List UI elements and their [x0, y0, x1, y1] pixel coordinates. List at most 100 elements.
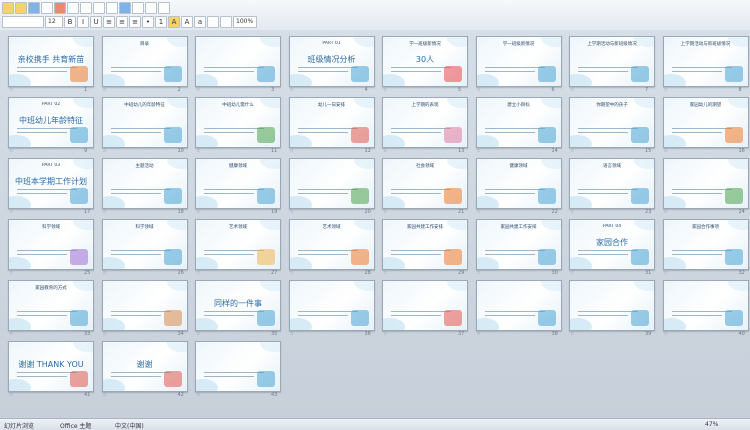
transition-icon[interactable]: ☆ [290, 148, 294, 154]
slide-thumbnail[interactable]: 语言领域 [569, 158, 655, 209]
slide-thumbnail[interactable] [195, 36, 281, 87]
transition-icon[interactable]: ☆ [9, 148, 13, 154]
slide-thumbnail[interactable]: 中班幼儿的年龄特征 [101, 97, 188, 148]
slide-thumbnail[interactable] [288, 158, 375, 209]
transition-icon[interactable]: ☆ [9, 392, 13, 398]
decrease-font-icon[interactable]: a [194, 16, 206, 28]
transition-icon[interactable]: ☆ [383, 87, 387, 93]
help-icon[interactable] [158, 2, 170, 14]
align-center-icon[interactable]: ≡ [116, 16, 128, 28]
transition-icon[interactable]: ☆ [664, 87, 668, 93]
slide-thumbnail[interactable]: 目录 [101, 36, 188, 87]
numbering-icon[interactable]: 1 [155, 16, 167, 28]
slide-thumbnail[interactable]: 谢谢 THANK YOU [8, 341, 94, 392]
transition-icon[interactable]: ☆ [570, 148, 574, 154]
transition-icon[interactable]: ☆ [477, 209, 481, 215]
transition-icon[interactable]: ☆ [196, 270, 200, 276]
align-left-icon[interactable]: ≡ [103, 16, 115, 28]
slide-thumbnail[interactable]: 主题活动 [101, 158, 188, 209]
slide-thumbnail[interactable] [101, 280, 188, 331]
slide-thumbnail[interactable]: 上学期的表现 [382, 97, 468, 148]
zoom-select[interactable]: 100% [233, 16, 257, 28]
transition-icon[interactable]: ☆ [196, 209, 200, 215]
open-icon[interactable] [15, 2, 27, 14]
transition-icon[interactable]: ☆ [570, 331, 574, 337]
font-color-icon[interactable]: A [168, 16, 180, 28]
slide-thumbnail[interactable]: 谢谢 [101, 341, 188, 392]
slide-thumbnail[interactable] [288, 280, 375, 331]
slide-thumbnail[interactable]: 亲校携手 共育新苗 [8, 36, 94, 87]
transition-icon[interactable]: ☆ [664, 270, 668, 276]
transition-icon[interactable]: ☆ [290, 87, 294, 93]
transition-icon[interactable]: ☆ [290, 209, 294, 215]
slide-thumbnail[interactable]: PART 03 中班本学期工作计划 [8, 158, 94, 209]
design-icon[interactable] [220, 16, 232, 28]
paste-icon[interactable] [106, 2, 118, 14]
redo-icon[interactable] [67, 2, 79, 14]
transition-icon[interactable]: ☆ [103, 392, 107, 398]
transition-icon[interactable]: ☆ [383, 331, 387, 337]
new-icon[interactable] [2, 2, 14, 14]
transition-icon[interactable]: ☆ [664, 331, 668, 337]
transition-icon[interactable]: ☆ [103, 270, 107, 276]
transition-icon[interactable]: ☆ [103, 148, 107, 154]
transition-icon[interactable]: ☆ [196, 331, 200, 337]
transition-icon[interactable]: ☆ [383, 148, 387, 154]
slide-thumbnail[interactable]: 家园共建工作安排 [475, 219, 562, 270]
slide-thumbnail[interactable]: 建立小目标 [475, 97, 562, 148]
copy-icon[interactable] [93, 2, 105, 14]
slide-thumbnail[interactable]: 家园幼儿的期望 [662, 97, 749, 148]
transition-icon[interactable]: ☆ [9, 87, 13, 93]
slide-thumbnail[interactable]: 健康领域 [475, 158, 562, 209]
slide-thumbnail[interactable] [195, 341, 281, 392]
picture-icon[interactable] [145, 2, 157, 14]
transition-icon[interactable]: ☆ [103, 87, 107, 93]
transition-icon[interactable]: ☆ [290, 331, 294, 337]
slide-thumbnail[interactable]: 同样的一件事 [195, 280, 281, 331]
slide-thumbnail[interactable]: 健康领域 [195, 158, 281, 209]
transition-icon[interactable]: ☆ [290, 270, 294, 276]
slide-thumbnail[interactable]: 家园共建工作安排 [382, 219, 468, 270]
align-right-icon[interactable]: ≡ [129, 16, 141, 28]
slide-thumbnail[interactable]: PART 04 家园合作 [569, 219, 655, 270]
transition-icon[interactable]: ☆ [570, 270, 574, 276]
slide-thumbnail[interactable]: 家园合作事项 [662, 219, 749, 270]
transition-icon[interactable]: ☆ [103, 209, 107, 215]
transition-icon[interactable]: ☆ [103, 331, 107, 337]
transition-icon[interactable]: ☆ [196, 392, 200, 398]
increase-font-icon[interactable]: A [181, 16, 193, 28]
slide-thumbnail[interactable]: PART 01 班级情况分析 [288, 36, 375, 87]
slide-thumbnail[interactable]: 幼儿一日安排 [288, 97, 375, 148]
table-icon[interactable] [119, 2, 131, 14]
transition-icon[interactable]: ☆ [664, 148, 668, 154]
transition-icon[interactable]: ☆ [383, 270, 387, 276]
bold-icon[interactable]: B [64, 16, 76, 28]
transition-icon[interactable]: ☆ [570, 209, 574, 215]
slide-thumbnail[interactable]: 上学期活动与新班级情况 [662, 36, 749, 87]
transition-icon[interactable]: ☆ [9, 331, 13, 337]
slide-thumbnail[interactable]: 艺术领域 [288, 219, 375, 270]
slide-thumbnail[interactable]: 艺术领域 [195, 219, 281, 270]
transition-icon[interactable]: ☆ [477, 148, 481, 154]
transition-icon[interactable]: ☆ [477, 270, 481, 276]
transition-icon[interactable]: ☆ [383, 209, 387, 215]
slide-thumbnail[interactable] [382, 280, 468, 331]
transition-icon[interactable]: ☆ [477, 87, 481, 93]
slide-thumbnail[interactable]: 科学领域 [8, 219, 94, 270]
underline-icon[interactable]: U [90, 16, 102, 28]
chart-icon[interactable] [132, 2, 144, 14]
slide-thumbnail[interactable]: 上学期活动与新班级情况 [569, 36, 655, 87]
new-slide-icon[interactable] [207, 16, 219, 28]
slide-thumbnail[interactable] [662, 280, 749, 331]
transition-icon[interactable]: ☆ [9, 270, 13, 276]
slide-thumbnail[interactable] [475, 280, 562, 331]
transition-icon[interactable]: ☆ [196, 87, 200, 93]
slide-thumbnail[interactable]: 社会领域 [382, 158, 468, 209]
slide-thumbnail[interactable]: 家园教育的方式 [8, 280, 94, 331]
save-icon[interactable] [28, 2, 40, 14]
italic-icon[interactable]: I [77, 16, 89, 28]
slide-thumbnail[interactable] [569, 280, 655, 331]
bullets-icon[interactable]: • [142, 16, 154, 28]
cut-icon[interactable] [80, 2, 92, 14]
slide-thumbnail[interactable]: PART 02 中班幼儿年龄特征 [8, 97, 94, 148]
